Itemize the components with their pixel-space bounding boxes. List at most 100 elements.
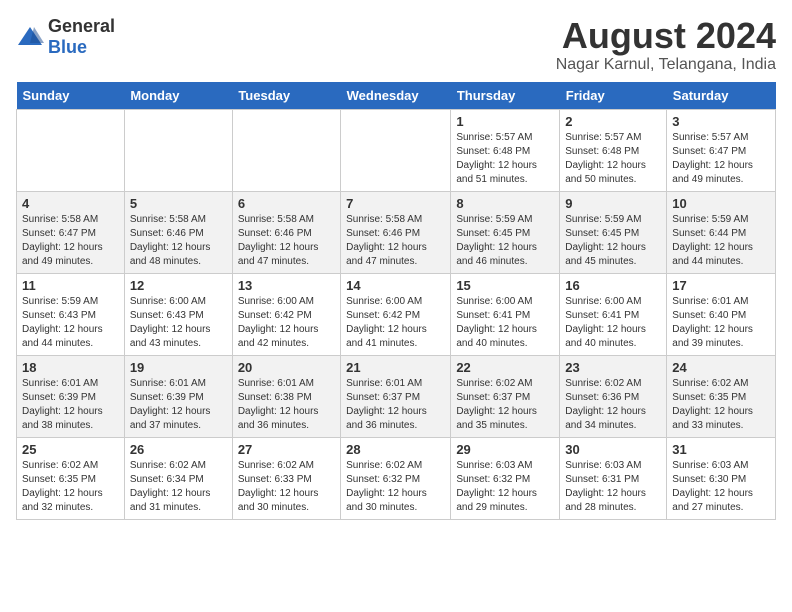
day-number: 31 [672,442,770,457]
day-number: 9 [565,196,661,211]
calendar-cell: 4 Sunrise: 5:58 AM Sunset: 6:47 PM Daylig… [17,191,125,273]
day-number: 29 [456,442,554,457]
day-info: Sunrise: 5:58 AM Sunset: 6:47 PM Dayligh… [22,213,119,269]
day-info: Sunrise: 6:02 AM Sunset: 6:33 PM Dayligh… [238,459,335,515]
calendar-cell: 29 Sunrise: 6:03 AM Sunset: 6:32 PM Dayli… [451,437,560,519]
calendar-cell [124,109,232,191]
day-number: 27 [238,442,335,457]
calendar-week-row: 4 Sunrise: 5:58 AM Sunset: 6:47 PM Daylig… [17,191,776,273]
day-info: Sunrise: 6:02 AM Sunset: 6:36 PM Dayligh… [565,377,661,433]
day-info: Sunrise: 6:01 AM Sunset: 6:39 PM Dayligh… [130,377,227,433]
calendar-cell: 28Sunrise: 6:02 AM Sunset: 6:32 PM Dayli… [341,437,451,519]
logo-icon [16,23,44,51]
calendar-cell [341,109,451,191]
day-info: Sunrise: 6:02 AM Sunset: 6:37 PM Dayligh… [456,377,554,433]
calendar-cell: 17Sunrise: 6:01 AM Sunset: 6:40 PM Dayli… [667,273,776,355]
day-info: Sunrise: 5:58 AM Sunset: 6:46 PM Dayligh… [238,213,335,269]
day-number: 30 [565,442,661,457]
calendar-cell: 25 Sunrise: 6:02 AM Sunset: 6:35 PM Dayli… [17,437,125,519]
day-info: Sunrise: 5:58 AM Sunset: 6:46 PM Dayligh… [130,213,227,269]
day-number: 20 [238,360,335,375]
day-info: Sunrise: 6:02 AM Sunset: 6:34 PM Dayligh… [130,459,227,515]
calendar-cell: 2 Sunrise: 5:57 AM Sunset: 6:48 PM Daylig… [560,109,667,191]
day-info: Sunrise: 5:59 AM Sunset: 6:45 PM Dayligh… [456,213,554,269]
logo-general: General [48,16,115,36]
day-number: 28 [346,442,445,457]
day-info: Sunrise: 5:57 AM Sunset: 6:48 PM Dayligh… [456,131,554,187]
calendar-header-thursday: Thursday [451,82,560,110]
day-number: 8 [456,196,554,211]
calendar-week-row: 18 Sunrise: 6:01 AM Sunset: 6:39 PM Dayli… [17,355,776,437]
calendar-cell: 15 Sunrise: 6:00 AM Sunset: 6:41 PM Dayli… [451,273,560,355]
day-number: 17 [672,278,770,293]
day-number: 3 [672,114,770,129]
day-info: Sunrise: 6:01 AM Sunset: 6:38 PM Dayligh… [238,377,335,433]
calendar-cell: 7 Sunrise: 5:58 AM Sunset: 6:46 PM Daylig… [341,191,451,273]
day-info: Sunrise: 5:59 AM Sunset: 6:44 PM Dayligh… [672,213,770,269]
calendar-cell: 13Sunrise: 6:00 AM Sunset: 6:42 PM Dayli… [232,273,340,355]
day-number: 7 [346,196,445,211]
day-number: 25 [22,442,119,457]
day-number: 15 [456,278,554,293]
day-info: Sunrise: 6:00 AM Sunset: 6:41 PM Dayligh… [456,295,554,351]
calendar-header-wednesday: Wednesday [341,82,451,110]
day-info: Sunrise: 6:00 AM Sunset: 6:42 PM Dayligh… [346,295,445,351]
day-number: 12 [130,278,227,293]
day-info: Sunrise: 6:03 AM Sunset: 6:31 PM Dayligh… [565,459,661,515]
day-number: 21 [346,360,445,375]
title-area: August 2024 Nagar Karnul, Telangana, Ind… [556,16,776,74]
calendar-cell: 11 Sunrise: 5:59 AM Sunset: 6:43 PM Dayli… [17,273,125,355]
day-info: Sunrise: 6:01 AM Sunset: 6:39 PM Dayligh… [22,377,119,433]
day-info: Sunrise: 5:57 AM Sunset: 6:48 PM Dayligh… [565,131,661,187]
day-number: 4 [22,196,119,211]
calendar-week-row: 1Sunrise: 5:57 AM Sunset: 6:48 PM Daylig… [17,109,776,191]
calendar-week-row: 25 Sunrise: 6:02 AM Sunset: 6:35 PM Dayli… [17,437,776,519]
day-info: Sunrise: 6:00 AM Sunset: 6:41 PM Dayligh… [565,295,661,351]
calendar-table: SundayMondayTuesdayWednesdayThursdayFrid… [16,82,776,520]
day-number: 26 [130,442,227,457]
calendar-cell: 8 Sunrise: 5:59 AM Sunset: 6:45 PM Daylig… [451,191,560,273]
subtitle: Nagar Karnul, Telangana, India [556,56,776,74]
calendar-cell: 3 Sunrise: 5:57 AM Sunset: 6:47 PM Daylig… [667,109,776,191]
calendar-cell: 20 Sunrise: 6:01 AM Sunset: 6:38 PM Dayli… [232,355,340,437]
day-number: 23 [565,360,661,375]
calendar-header-tuesday: Tuesday [232,82,340,110]
calendar-cell: 6 Sunrise: 5:58 AM Sunset: 6:46 PM Daylig… [232,191,340,273]
calendar-cell: 31Sunrise: 6:03 AM Sunset: 6:30 PM Dayli… [667,437,776,519]
day-info: Sunrise: 5:59 AM Sunset: 6:43 PM Dayligh… [22,295,119,351]
day-number: 10 [672,196,770,211]
day-number: 18 [22,360,119,375]
calendar-cell: 1Sunrise: 5:57 AM Sunset: 6:48 PM Daylig… [451,109,560,191]
day-number: 19 [130,360,227,375]
calendar-cell: 21 Sunrise: 6:01 AM Sunset: 6:37 PM Dayli… [341,355,451,437]
calendar-header-row: SundayMondayTuesdayWednesdayThursdayFrid… [17,82,776,110]
calendar-header-monday: Monday [124,82,232,110]
page-header: General Blue August 2024 Nagar Karnul, T… [16,16,776,74]
day-info: Sunrise: 6:01 AM Sunset: 6:37 PM Dayligh… [346,377,445,433]
calendar-cell: 12 Sunrise: 6:00 AM Sunset: 6:43 PM Dayli… [124,273,232,355]
day-info: Sunrise: 6:00 AM Sunset: 6:43 PM Dayligh… [130,295,227,351]
calendar-cell: 18 Sunrise: 6:01 AM Sunset: 6:39 PM Dayli… [17,355,125,437]
calendar-cell: 9Sunrise: 5:59 AM Sunset: 6:45 PM Daylig… [560,191,667,273]
calendar-header-sunday: Sunday [17,82,125,110]
calendar-cell: 27 Sunrise: 6:02 AM Sunset: 6:33 PM Dayli… [232,437,340,519]
day-number: 6 [238,196,335,211]
calendar-cell: 22 Sunrise: 6:02 AM Sunset: 6:37 PM Dayli… [451,355,560,437]
calendar-cell [232,109,340,191]
day-info: Sunrise: 6:02 AM Sunset: 6:35 PM Dayligh… [22,459,119,515]
day-number: 13 [238,278,335,293]
day-number: 22 [456,360,554,375]
day-number: 16 [565,278,661,293]
calendar-cell: 23 Sunrise: 6:02 AM Sunset: 6:36 PM Dayli… [560,355,667,437]
day-number: 2 [565,114,661,129]
day-info: Sunrise: 5:58 AM Sunset: 6:46 PM Dayligh… [346,213,445,269]
calendar-cell: 19 Sunrise: 6:01 AM Sunset: 6:39 PM Dayli… [124,355,232,437]
main-title: August 2024 [556,16,776,56]
calendar-week-row: 11 Sunrise: 5:59 AM Sunset: 6:43 PM Dayli… [17,273,776,355]
day-number: 5 [130,196,227,211]
day-info: Sunrise: 5:57 AM Sunset: 6:47 PM Dayligh… [672,131,770,187]
day-number: 11 [22,278,119,293]
calendar-header-friday: Friday [560,82,667,110]
day-info: Sunrise: 6:03 AM Sunset: 6:32 PM Dayligh… [456,459,554,515]
calendar-cell: 26 Sunrise: 6:02 AM Sunset: 6:34 PM Dayli… [124,437,232,519]
